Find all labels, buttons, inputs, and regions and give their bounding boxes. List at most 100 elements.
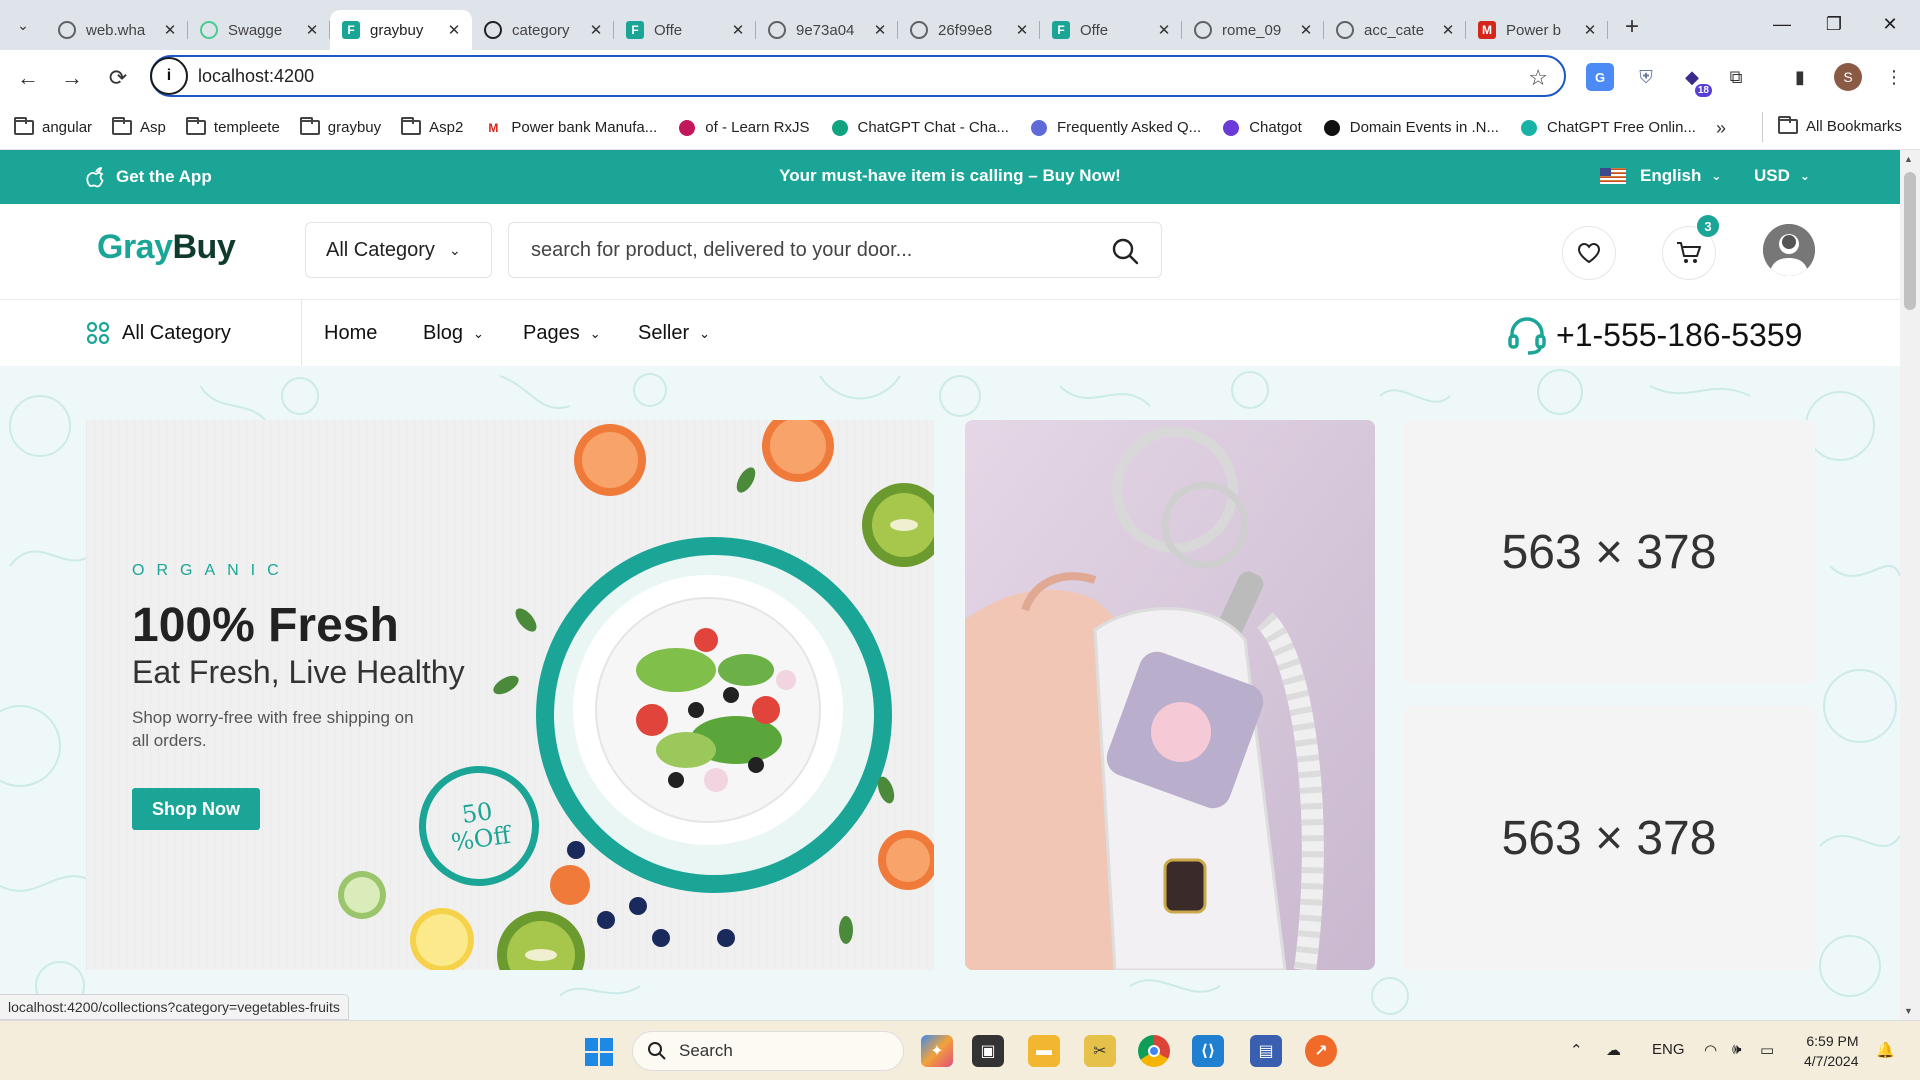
battery-icon[interactable]: ▭: [1760, 1041, 1774, 1059]
browser-tab[interactable]: 9e73a04 ✕: [756, 10, 898, 50]
extensions-puzzle-icon[interactable]: ⧉: [1722, 63, 1750, 91]
promo-cta-link[interactable]: Buy Now!: [1042, 166, 1120, 185]
forward-icon[interactable]: →: [50, 56, 94, 100]
minimize-icon[interactable]: —: [1752, 0, 1812, 48]
side-panel-icon[interactable]: ▮: [1786, 63, 1814, 91]
postman-icon[interactable]: ↗: [1305, 1035, 1337, 1067]
tab-close-icon[interactable]: ✕: [1156, 22, 1172, 39]
tab-close-icon[interactable]: ✕: [588, 22, 604, 39]
bookmark-item[interactable]: angular: [14, 117, 92, 136]
site-logo[interactable]: GrayBuy: [97, 228, 236, 267]
task-view-icon[interactable]: ▣: [972, 1035, 1004, 1067]
cloud-sync-icon[interactable]: ☁: [1606, 1041, 1621, 1059]
bookmark-item[interactable]: Chatgot: [1221, 119, 1302, 136]
tab-close-icon[interactable]: ✕: [1440, 22, 1456, 39]
search-icon[interactable]: [1111, 237, 1139, 265]
vscode-icon[interactable]: ⟨⟩: [1192, 1035, 1224, 1067]
bookmark-label: Domain Events in .N...: [1349, 119, 1499, 136]
browser-tab[interactable]: acc_cate ✕: [1324, 10, 1466, 50]
keychain-product-banner[interactable]: [965, 420, 1375, 970]
browser-tab[interactable]: category ✕: [472, 10, 614, 50]
all-bookmarks-button[interactable]: All Bookmarks: [1778, 116, 1902, 135]
nav-seller[interactable]: Seller ⌄: [638, 322, 710, 345]
system-clock[interactable]: 6:59 PM 4/7/2024: [1804, 1031, 1859, 1071]
input-language[interactable]: ENG: [1652, 1041, 1685, 1058]
copilot-icon[interactable]: ✦: [921, 1035, 953, 1067]
taskbar-search[interactable]: Search: [632, 1031, 904, 1071]
browser-tab[interactable]: M Power b ✕: [1466, 10, 1608, 50]
user-avatar[interactable]: [1763, 224, 1815, 276]
tab-close-icon[interactable]: ✕: [730, 22, 746, 39]
image-placeholder-1[interactable]: 563 × 378: [1403, 420, 1815, 684]
cart-button[interactable]: 3: [1662, 215, 1719, 280]
tab-close-icon[interactable]: ✕: [162, 22, 178, 39]
show-hidden-icons[interactable]: ⌃: [1570, 1041, 1583, 1059]
site-info-icon[interactable]: i: [150, 57, 188, 95]
browser-menu-icon[interactable]: ⋮: [1880, 63, 1908, 91]
shop-now-button[interactable]: Shop Now: [132, 788, 260, 830]
page-scrollbar[interactable]: ▲ ▼: [1900, 150, 1920, 1020]
bookmark-star-icon[interactable]: ☆: [1528, 65, 1548, 91]
browser-tab[interactable]: web.wha ✕: [46, 10, 188, 50]
chrome-taskbar-icon[interactable]: [1138, 1035, 1170, 1067]
back-icon[interactable]: ←: [6, 56, 50, 100]
reload-icon[interactable]: ⟳: [96, 56, 140, 100]
bookmark-item[interactable]: graybuy: [299, 117, 381, 136]
browser-tab[interactable]: rome_09 ✕: [1182, 10, 1324, 50]
hero-eyebrow: ORGANIC: [132, 562, 291, 579]
tab-close-icon[interactable]: ✕: [446, 22, 462, 39]
translate-extension-icon[interactable]: G: [1586, 63, 1614, 91]
bookmark-item[interactable]: templeete: [185, 117, 280, 136]
notification-bell-icon[interactable]: 🔔: [1876, 1041, 1895, 1059]
tab-close-icon[interactable]: ✕: [872, 22, 888, 39]
scrollbar-thumb[interactable]: [1904, 172, 1916, 310]
scroll-down-icon[interactable]: ▼: [1904, 1006, 1913, 1016]
more-bookmarks-icon[interactable]: »: [1716, 118, 1726, 139]
close-window-icon[interactable]: ✕: [1860, 0, 1920, 48]
graduation-extension-icon[interactable]: ◆ 18: [1678, 63, 1712, 97]
bookmark-item[interactable]: ChatGPT Free Onlin...: [1519, 119, 1696, 136]
bookmark-item[interactable]: Asp2: [401, 117, 463, 136]
browser-tab[interactable]: F Offe ✕: [1040, 10, 1182, 50]
restore-icon[interactable]: ❐: [1804, 0, 1864, 48]
tab-close-icon[interactable]: ✕: [1014, 22, 1030, 39]
image-placeholder-2[interactable]: 563 × 378: [1403, 706, 1815, 970]
nav-blog[interactable]: Blog ⌄: [423, 322, 484, 345]
language-select[interactable]: English ⌄: [1600, 166, 1721, 186]
currency-select[interactable]: USD ⌄: [1754, 166, 1810, 186]
tab-close-icon[interactable]: ✕: [1582, 22, 1598, 39]
scroll-up-icon[interactable]: ▲: [1904, 154, 1913, 164]
nav-home[interactable]: Home: [324, 322, 377, 345]
category-select[interactable]: All Category ⌄: [305, 222, 492, 278]
browser-tab[interactable]: 26f99e8 ✕: [898, 10, 1040, 50]
wifi-icon[interactable]: ◠: [1704, 1041, 1717, 1059]
file-explorer-icon[interactable]: ▬: [1028, 1035, 1060, 1067]
bookmark-item[interactable]: of - Learn RxJS: [677, 119, 810, 136]
address-bar[interactable]: i localhost:4200 ☆: [150, 55, 1566, 97]
windows-start-icon[interactable]: [584, 1037, 614, 1067]
bookmark-item[interactable]: ChatGPT Chat - Cha...: [830, 119, 1009, 136]
organic-banner[interactable]: ORGANIC 100% Fresh Eat Fresh, Live Healt…: [86, 420, 934, 970]
support-phone[interactable]: +1-555-186-5359: [1506, 314, 1802, 356]
shield-extension-icon[interactable]: ⛨: [1632, 63, 1660, 91]
new-tab-button[interactable]: +: [1612, 7, 1652, 47]
app-tool-icon[interactable]: ✂: [1084, 1035, 1116, 1067]
url-text[interactable]: localhost:4200: [198, 66, 314, 87]
bookmark-item[interactable]: Asp: [112, 117, 166, 136]
nav-pages[interactable]: Pages ⌄: [523, 322, 601, 345]
browser-tab[interactable]: Fgraybuy ✕: [330, 10, 472, 50]
all-category-menu[interactable]: All Category: [86, 300, 302, 366]
wishlist-button[interactable]: [1562, 226, 1616, 280]
tab-close-icon[interactable]: ✕: [304, 22, 320, 39]
bookmark-item[interactable]: Domain Events in .N...: [1322, 119, 1499, 136]
profile-avatar[interactable]: S: [1834, 63, 1862, 91]
browser-tab[interactable]: Swagge ✕: [188, 10, 330, 50]
browser-tab[interactable]: F Offe ✕: [614, 10, 756, 50]
bookmark-item[interactable]: M Power bank Manufa...: [483, 119, 657, 136]
tab-search-icon[interactable]: ⌄: [0, 0, 46, 50]
search-input[interactable]: [531, 238, 1091, 262]
remote-desktop-icon[interactable]: ▤: [1250, 1035, 1282, 1067]
volume-icon[interactable]: 🕪: [1732, 1041, 1741, 1058]
bookmark-item[interactable]: Frequently Asked Q...: [1029, 119, 1201, 136]
tab-close-icon[interactable]: ✕: [1298, 22, 1314, 39]
